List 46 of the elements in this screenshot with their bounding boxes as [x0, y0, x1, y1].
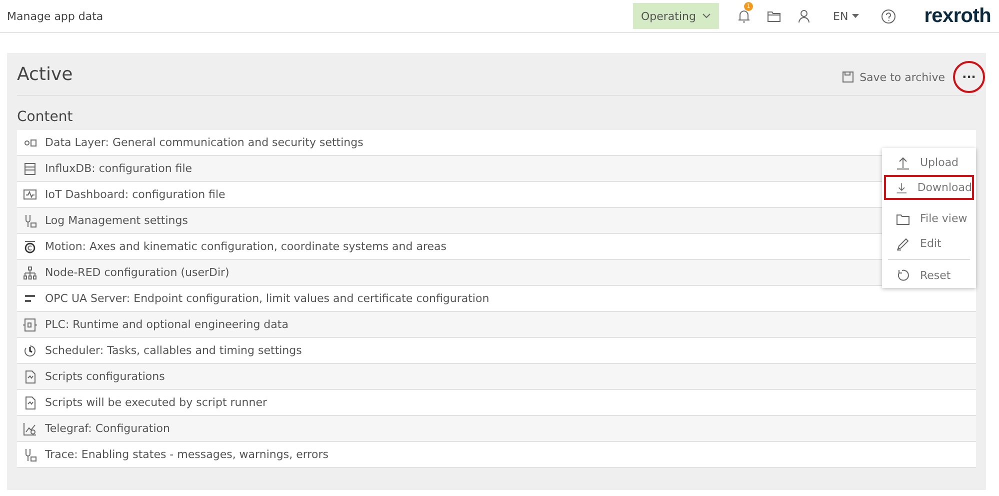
chart-icon [23, 422, 37, 436]
item-label: PLC: Runtime and optional engineering data [45, 318, 288, 331]
bell-icon[interactable] [737, 8, 751, 24]
folder-icon[interactable] [767, 9, 781, 23]
section-title: Content [17, 108, 74, 127]
menu-item[interactable]: Download [884, 175, 974, 200]
save-to-archive-button[interactable]: Save to archive [842, 70, 945, 84]
user-icon[interactable] [797, 9, 811, 23]
reset-icon [896, 268, 910, 282]
menu-item[interactable]: File view [884, 206, 974, 231]
menu-item[interactable]: Edit [884, 231, 974, 256]
menu-item[interactable]: Upload [884, 150, 974, 175]
network-icon [23, 266, 37, 280]
caret-icon [852, 14, 860, 18]
panel-title: Active [17, 64, 74, 84]
clock-icon [23, 344, 37, 358]
chevron-icon [702, 13, 711, 19]
logo: rexroth [924, 4, 991, 28]
pencil-icon [896, 236, 910, 250]
save-icon [842, 71, 854, 83]
item-label: Trace: Enabling states - messages, warnings, errors [45, 448, 328, 461]
item-label: Scripts configurations [45, 370, 165, 383]
upload-icon [896, 156, 910, 170]
dashboard-icon [23, 188, 37, 202]
item-label: InfluxDB: configuration file [45, 162, 192, 175]
download-icon [896, 180, 908, 194]
item-label: Motion: Axes and kinematic configuration, coordinate systems and areas [45, 240, 446, 253]
item-label: Telegraf: Configuration [45, 422, 170, 435]
language-dropdown[interactable]: EN [827, 8, 866, 24]
help-icon[interactable] [881, 8, 896, 24]
folder-icon [896, 212, 910, 226]
item-label: Scheduler: Tasks, callables and timing settings [45, 344, 302, 357]
status-dropdown[interactable]: Operating [633, 3, 719, 29]
item-label: Scripts will be executed by script runner [45, 396, 267, 409]
menu-item[interactable]: Reset [884, 263, 974, 288]
chip-icon [23, 318, 37, 332]
page-title: Manage app data [7, 10, 104, 22]
item-label: Log Management settings [45, 214, 188, 227]
script-icon [23, 396, 37, 410]
database-icon [23, 162, 37, 176]
item-label: Data Layer: General communication and security settings [45, 136, 364, 149]
item-label: Node-RED configuration (userDir) [45, 266, 230, 279]
more-button[interactable]: ··· [953, 61, 985, 93]
item-label: IoT Dashboard: configuration file [45, 188, 226, 201]
script-icon [23, 370, 37, 384]
item-label: OPC UA Server: Endpoint configuration, limit values and certificate configuration [45, 292, 490, 305]
